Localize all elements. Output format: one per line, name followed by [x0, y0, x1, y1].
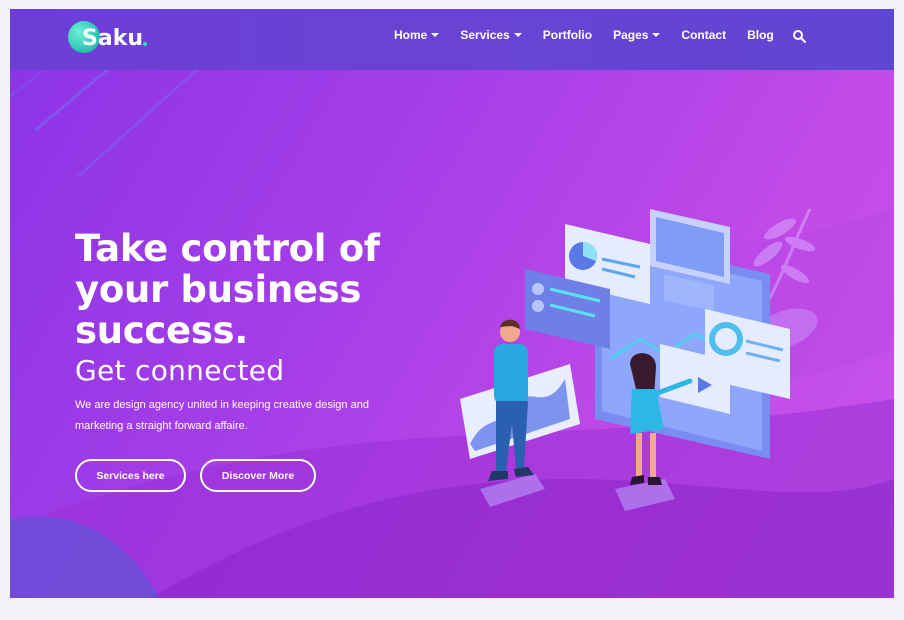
site-logo[interactable]: Saku: [68, 21, 147, 55]
caret-down-icon: [431, 33, 440, 37]
hero-illustration: [460, 208, 818, 511]
hero-headline: Take control of your business success.: [75, 228, 455, 351]
caret-down-icon: [513, 33, 522, 37]
description-line: marketing a straight forward affaire.: [75, 420, 248, 432]
description-line: We are design agency united in keeping c…: [75, 399, 369, 411]
hero-description: We are design agency united in keeping c…: [75, 395, 415, 437]
search-icon[interactable]: [792, 29, 806, 43]
headline-line: your business: [75, 268, 362, 311]
main-nav: Home Services Portfolio Pages Contact Bl…: [394, 28, 795, 42]
nav-item-pages[interactable]: Pages: [613, 28, 661, 42]
logo-dot-icon: [142, 42, 147, 46]
headline-line: success.: [75, 309, 249, 352]
discover-more-button[interactable]: Discover More: [200, 459, 316, 492]
headline-line: Take control of: [75, 227, 380, 270]
nav-item-home[interactable]: Home: [394, 28, 440, 42]
nav-item-label: Services: [460, 28, 510, 42]
nav-item-label: Contact: [681, 28, 727, 42]
nav-item-label: Portfolio: [542, 28, 593, 42]
nav-item-label: Home: [394, 28, 428, 42]
page-frame: Saku Home Services Portfolio Pages Conta…: [10, 9, 894, 598]
top-navbar: Saku Home Services Portfolio Pages Conta…: [10, 9, 894, 70]
nav-item-blog[interactable]: Blog: [747, 28, 774, 42]
nav-item-contact[interactable]: Contact: [681, 28, 726, 42]
services-here-button[interactable]: Services here: [75, 459, 186, 492]
caret-down-icon: [652, 33, 661, 37]
hero-text-block: Take control of your business success. G…: [75, 228, 455, 437]
logo-text: Saku: [82, 25, 143, 51]
nav-item-label: Blog: [747, 28, 774, 42]
hero-subheadline: Get connected: [75, 354, 285, 387]
nav-item-label: Pages: [613, 28, 649, 42]
nav-item-services[interactable]: Services: [460, 28, 522, 42]
nav-item-portfolio[interactable]: Portfolio: [543, 28, 592, 42]
